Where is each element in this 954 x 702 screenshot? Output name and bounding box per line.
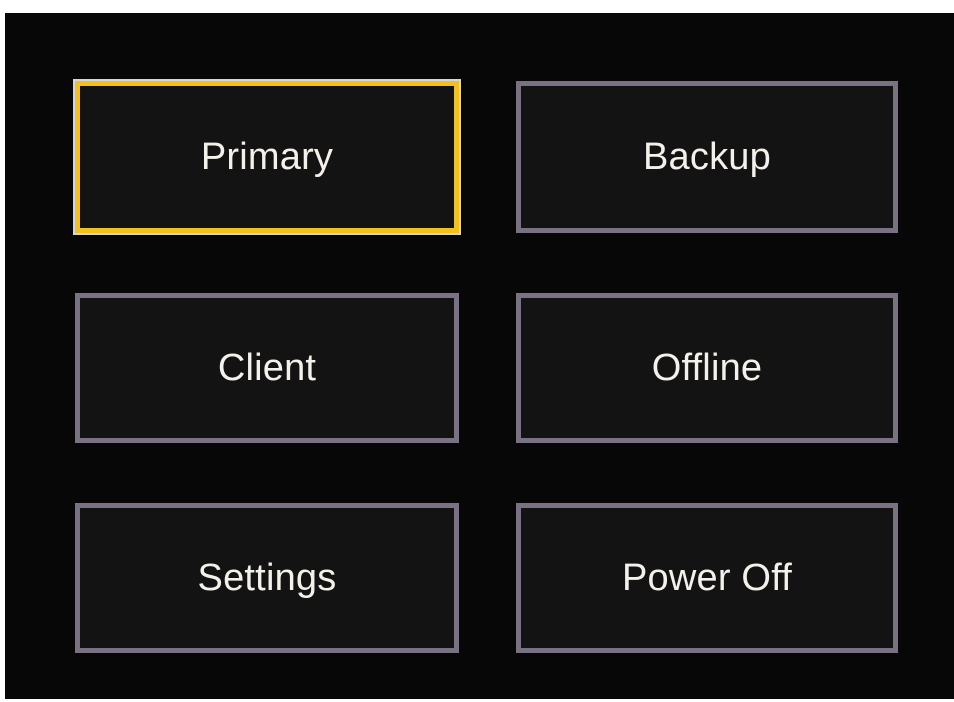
- mode-button-grid: Primary Backup Client Offline Settings P…: [73, 79, 898, 653]
- client-button-label: Client: [217, 346, 317, 389]
- settings-button[interactable]: Settings: [75, 503, 459, 653]
- backup-button-label: Backup: [643, 135, 771, 178]
- client-button[interactable]: Client: [75, 293, 459, 443]
- mode-select-screen: Primary Backup Client Offline Settings P…: [5, 13, 954, 699]
- power-off-button-label: Power Off: [621, 556, 793, 599]
- power-off-button[interactable]: Power Off: [516, 503, 898, 653]
- settings-button-label: Settings: [197, 556, 337, 599]
- primary-button[interactable]: Primary: [73, 79, 461, 235]
- primary-button-label: Primary: [200, 135, 334, 178]
- offline-button[interactable]: Offline: [516, 293, 898, 443]
- offline-button-label: Offline: [651, 346, 763, 389]
- backup-button[interactable]: Backup: [516, 81, 898, 233]
